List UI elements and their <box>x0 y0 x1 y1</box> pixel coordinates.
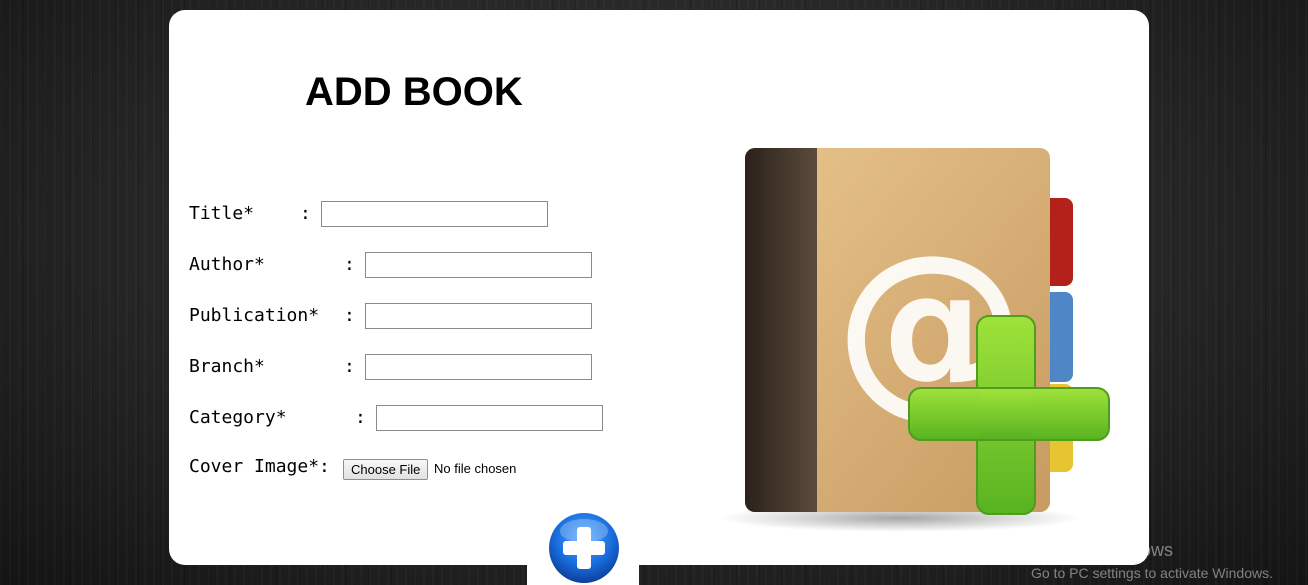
title-input[interactable] <box>321 201 548 227</box>
category-input[interactable] <box>376 405 603 431</box>
file-status-text: No file chosen <box>434 461 517 476</box>
author-colon: : <box>344 254 355 275</box>
title-colon: : <box>300 203 311 224</box>
branch-input[interactable] <box>365 354 592 380</box>
watermark-subtitle: Go to PC settings to activate Windows. <box>1031 565 1273 581</box>
plus-circle-icon <box>549 513 619 583</box>
publication-input[interactable] <box>365 303 592 329</box>
author-label: Author* <box>189 254 265 275</box>
address-book-add-icon: @ <box>715 140 1115 535</box>
branch-label: Branch* <box>189 356 265 377</box>
cover-image-label: Cover Image*: <box>189 456 330 477</box>
category-colon: : <box>355 407 366 428</box>
watermark-title: Activate Windows <box>1031 540 1174 560</box>
activate-windows-watermark: Activate Windows Go to PC settings to ac… <box>1031 540 1273 582</box>
choose-file-button[interactable]: Choose File <box>343 459 429 480</box>
add-book-submit-button[interactable] <box>547 511 621 585</box>
page-title: ADD BOOK <box>305 70 523 114</box>
category-label: Category* <box>189 407 287 428</box>
publication-colon: : <box>344 305 355 326</box>
publication-label: Publication* <box>189 305 320 326</box>
branch-colon: : <box>344 356 355 377</box>
title-label: Title* <box>189 203 255 224</box>
author-input[interactable] <box>365 252 592 278</box>
